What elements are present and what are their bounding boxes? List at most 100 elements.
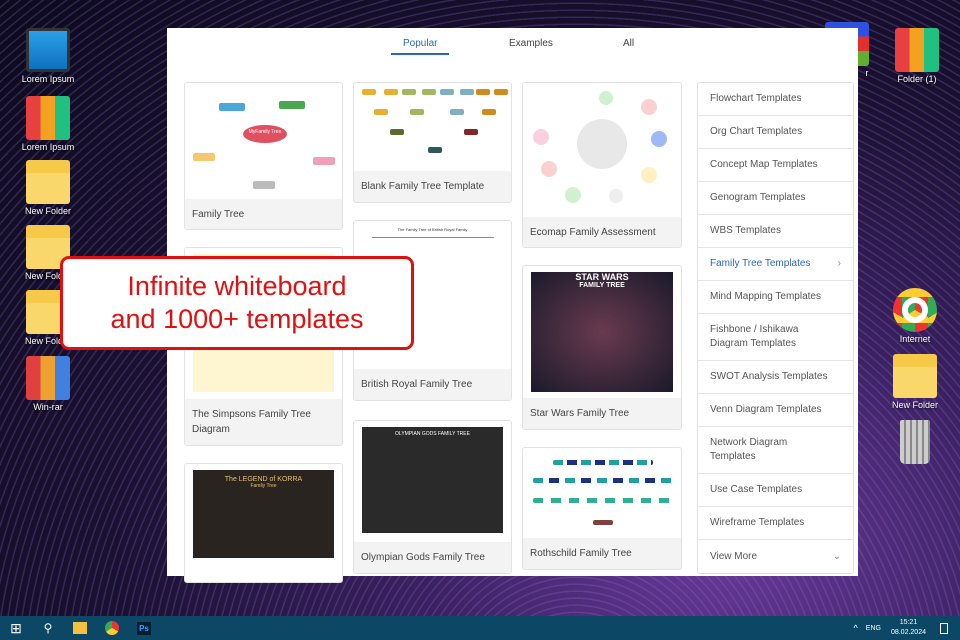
template-category-list: Flowchart Templates Org Chart Templates … <box>697 82 854 574</box>
card-title: Olympian Gods Family Tree <box>354 542 511 573</box>
icon-label: New Folder <box>24 206 71 216</box>
icon-label: r <box>865 68 869 78</box>
category-fishbone[interactable]: Fishbone / Ishikawa Diagram Templates <box>698 314 853 361</box>
card-title: Family Tree <box>185 199 342 229</box>
card-title: Star Wars Family Tree <box>523 398 681 429</box>
view-more-button[interactable]: View More ⌄ <box>698 540 853 573</box>
photoshop-icon[interactable]: Ps <box>128 616 160 640</box>
template-card-korra[interactable]: The LEGEND of KORRA Family Tree <box>184 463 343 583</box>
callout-line-2: and 1000+ templates <box>110 304 364 334</box>
language-indicator[interactable]: ENG <box>866 625 881 632</box>
category-label: Fishbone / Ishikawa Diagram Templates <box>710 324 799 349</box>
tab-examples[interactable]: Examples <box>509 38 553 49</box>
category-family-tree[interactable]: Family Tree Templates › <box>698 248 853 281</box>
category-use-case[interactable]: Use Case Templates <box>698 474 853 507</box>
chrome-icon <box>893 288 937 332</box>
chrome-icon[interactable] <box>96 616 128 640</box>
chevron-down-icon: ⌄ <box>832 550 841 562</box>
thumbnail: STAR WARS FAMILY TREE <box>531 272 673 392</box>
template-card-star-wars[interactable]: STAR WARS FAMILY TREE Star Wars Family Tr… <box>522 265 682 430</box>
icon-label: Win-rar <box>33 402 63 412</box>
category-wireframe[interactable]: Wireframe Templates <box>698 507 853 540</box>
category-network[interactable]: Network Diagram Templates <box>698 427 853 474</box>
computer-icon <box>26 28 70 72</box>
category-concept-map[interactable]: Concept Map Templates <box>698 149 853 182</box>
template-card-ecomap[interactable]: Ecomap Family Assessment <box>522 82 682 248</box>
tab-popular[interactable]: Popular <box>391 38 450 55</box>
category-label: Use Case Templates <box>710 484 803 495</box>
binders-icon <box>895 28 939 72</box>
thumbnail: The LEGEND of KORRA Family Tree <box>193 470 334 558</box>
search-icon[interactable]: ⚲ <box>32 616 64 640</box>
windows-start-icon[interactable]: ⊞ <box>0 616 32 640</box>
trash-icon <box>900 420 930 464</box>
thumbnail <box>523 448 681 540</box>
tab-all[interactable]: All <box>623 38 634 49</box>
category-label: Mind Mapping Templates <box>710 291 821 302</box>
file-explorer-icon[interactable] <box>64 616 96 640</box>
card-title: Blank Family Tree Template <box>354 171 511 202</box>
category-label: Wireframe Templates <box>710 517 805 528</box>
category-flowchart[interactable]: Flowchart Templates <box>698 83 853 116</box>
category-label: Family Tree Templates <box>710 258 811 269</box>
callout-line-1: Infinite whiteboard <box>127 271 347 301</box>
category-label: Network Diagram Templates <box>710 437 788 462</box>
card-title: The Simpsons Family Tree Diagram <box>185 399 342 445</box>
category-label: WBS Templates <box>710 225 781 236</box>
category-venn[interactable]: Venn Diagram Templates <box>698 394 853 427</box>
olympian-title: OLYMPIAN GODS FAMILY TREE <box>395 431 470 437</box>
desktop-icon-binders[interactable]: Lorem Ipsum <box>13 96 83 152</box>
category-label: SWOT Analysis Templates <box>710 371 828 382</box>
winrar-icon <box>26 356 70 400</box>
category-label: Concept Map Templates <box>710 159 818 170</box>
category-label: Flowchart Templates <box>710 93 802 104</box>
desktop-icon-winrar[interactable]: Win-rar <box>13 356 83 412</box>
icon-label: New Folder <box>891 400 938 410</box>
category-org-chart[interactable]: Org Chart Templates <box>698 116 853 149</box>
desktop-icon-folder-1[interactable]: Folder (1) <box>882 28 952 84</box>
folder-icon <box>893 354 937 398</box>
korra-logo: The LEGEND of KORRA <box>224 476 303 483</box>
starwars-logo: STAR WARS <box>575 272 629 282</box>
photoshop-label: Ps <box>137 621 151 635</box>
icon-label: Lorem Ipsum <box>21 74 75 84</box>
taskbar: ⊞ ⚲ Ps ^ ENG 15:21 08.02.2024 <box>0 616 960 640</box>
icon-label: Folder (1) <box>897 74 937 84</box>
chevron-right-icon: › <box>837 258 841 269</box>
clock-time: 15:21 <box>899 619 918 626</box>
card-title: British Royal Family Tree <box>354 369 511 400</box>
category-label: Genogram Templates <box>710 192 806 203</box>
thumbnail: OLYMPIAN GODS FAMILY TREE <box>362 427 503 533</box>
category-mind-mapping[interactable]: Mind Mapping Templates <box>698 281 853 314</box>
thumbnail: MyFamily Tree <box>185 83 342 201</box>
thumbnail <box>523 83 681 219</box>
chevron-up-icon[interactable]: ^ <box>854 623 858 633</box>
template-card-rothschild[interactable]: Rothschild Family Tree <box>522 447 682 570</box>
desktop-icon-internet[interactable]: Internet <box>880 288 950 344</box>
category-label: Org Chart Templates <box>710 126 803 137</box>
icon-label: Internet <box>899 334 931 344</box>
template-card-blank-family-tree[interactable]: Blank Family Tree Template <box>353 82 512 203</box>
folder-icon <box>26 160 70 204</box>
notification-icon[interactable] <box>940 622 948 634</box>
template-card-family-tree[interactable]: MyFamily Tree Family Tree <box>184 82 343 230</box>
category-swot[interactable]: SWOT Analysis Templates <box>698 361 853 394</box>
binders-icon <box>26 96 70 140</box>
myfamily-node: MyFamily Tree <box>243 125 287 143</box>
card-title: Ecomap Family Assessment <box>523 217 681 247</box>
thumbnail <box>354 83 511 173</box>
icon-label: Lorem Ipsum <box>21 142 75 152</box>
view-more-label: View More <box>710 550 758 562</box>
template-card-olympian[interactable]: OLYMPIAN GODS FAMILY TREE Olympian Gods … <box>353 420 512 574</box>
clock-date: 08.02.2024 <box>890 629 926 636</box>
desktop-icon-computer[interactable]: Lorem Ipsum <box>13 28 83 84</box>
starwars-subtitle: FAMILY TREE <box>579 282 625 289</box>
desktop-icon-folder[interactable]: New Folder <box>880 354 950 410</box>
clock[interactable]: 15:21 08.02.2024 <box>891 618 926 638</box>
desktop-icon-folder[interactable]: New Folder <box>13 160 83 216</box>
category-wbs[interactable]: WBS Templates <box>698 215 853 248</box>
category-label: Venn Diagram Templates <box>710 404 822 415</box>
british-title: The Family Tree of British Royal Family <box>397 227 468 232</box>
desktop-icon-recycle-bin[interactable] <box>880 420 950 466</box>
category-genogram[interactable]: Genogram Templates <box>698 182 853 215</box>
